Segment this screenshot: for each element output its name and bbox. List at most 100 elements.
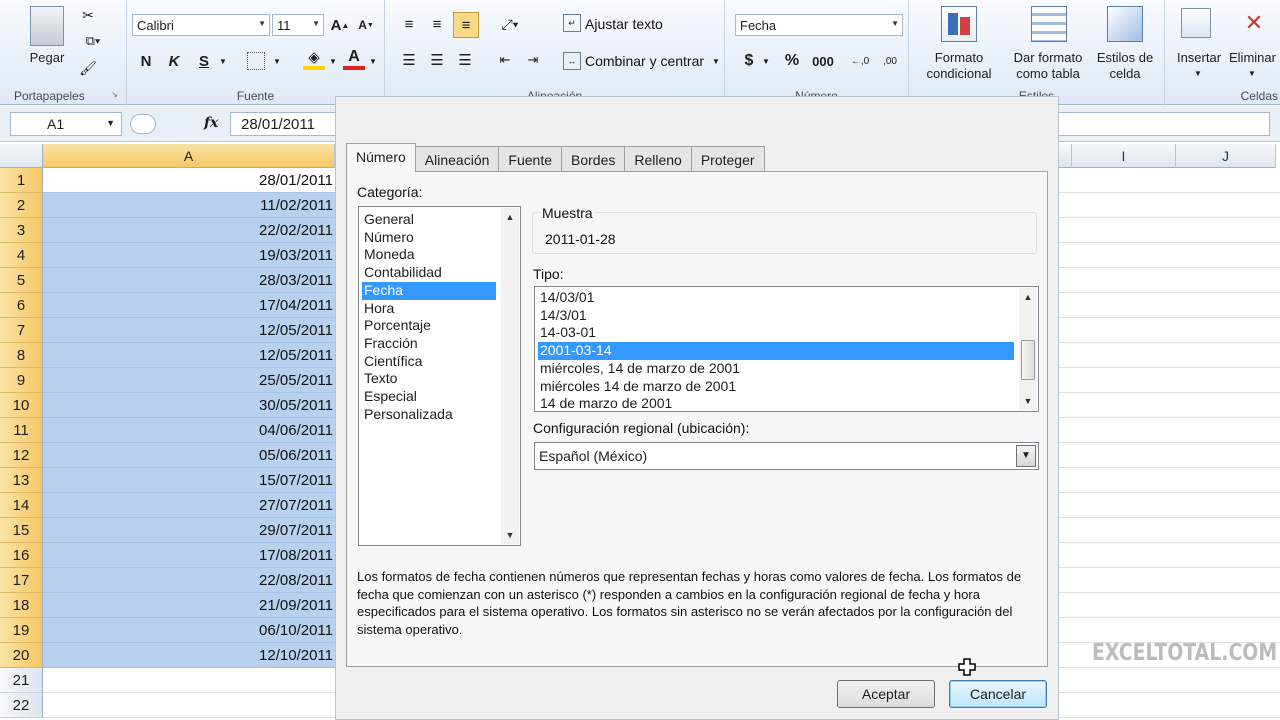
insert-cells-icon[interactable]: [1181, 8, 1211, 38]
underline-button[interactable]: S: [193, 50, 215, 72]
paste-button[interactable]: Pegar: [22, 50, 72, 66]
cell-a[interactable]: 29/07/2011: [43, 518, 335, 543]
type-item[interactable]: miércoles, 14 de marzo de 2001: [538, 360, 1014, 378]
type-item[interactable]: miércoles 14 de marzo de 2001: [538, 378, 1014, 396]
grid-row-right[interactable]: [1046, 693, 1280, 718]
category-item[interactable]: Moneda: [362, 246, 496, 264]
scroll-down-icon[interactable]: ▼: [1019, 392, 1037, 410]
cell-a[interactable]: 28/01/2011: [43, 168, 335, 193]
number-format-combo[interactable]: Fecha ▼: [735, 14, 903, 36]
row-header[interactable]: 1: [0, 168, 43, 193]
cut-icon[interactable]: ✂: [78, 6, 98, 24]
align-bottom-icon[interactable]: ≡: [453, 12, 479, 38]
type-scrollbar[interactable]: ▲ ▼: [1019, 288, 1037, 410]
grid-row-right[interactable]: [1046, 443, 1280, 468]
category-item[interactable]: Hora: [362, 300, 496, 318]
scroll-up-icon[interactable]: ▲: [1019, 288, 1037, 306]
cell-a[interactable]: 15/07/2011: [43, 468, 335, 493]
cell-a[interactable]: 11/02/2011: [43, 193, 335, 218]
grid-row-right[interactable]: [1046, 393, 1280, 418]
row-header[interactable]: 10: [0, 393, 43, 418]
category-item[interactable]: Fracción: [362, 335, 496, 353]
chevron-down-icon[interactable]: ▼: [271, 50, 283, 72]
format-painter-icon[interactable]: 🖌: [78, 58, 98, 78]
cell-a[interactable]: 17/08/2011: [43, 543, 335, 568]
grid-row-right[interactable]: [1046, 343, 1280, 368]
type-item[interactable]: 2001-03-14: [538, 342, 1014, 361]
decrease-decimal-button[interactable]: ,00: [875, 50, 905, 72]
row-header[interactable]: 21: [0, 668, 43, 693]
category-item[interactable]: Fecha: [362, 281, 496, 300]
column-header-i[interactable]: I: [1072, 144, 1176, 168]
italic-button[interactable]: K: [163, 50, 185, 72]
column-header-a[interactable]: A: [43, 144, 335, 168]
increase-indent-icon[interactable]: ⇥: [521, 48, 545, 72]
cell-a[interactable]: 30/05/2011: [43, 393, 335, 418]
grid-row-right[interactable]: [1046, 493, 1280, 518]
row-header[interactable]: 5: [0, 268, 43, 293]
row-header[interactable]: 4: [0, 243, 43, 268]
cell-a[interactable]: [43, 693, 335, 718]
insert-function-button[interactable]: fx: [204, 115, 218, 131]
grid-row-right[interactable]: [1046, 668, 1280, 693]
format-as-table-icon[interactable]: [1031, 6, 1067, 42]
cell-a[interactable]: 17/04/2011: [43, 293, 335, 318]
category-item[interactable]: Especial: [362, 388, 496, 406]
row-header[interactable]: 17: [0, 568, 43, 593]
select-all-corner[interactable]: [0, 144, 43, 168]
cell-a[interactable]: 27/07/2011: [43, 493, 335, 518]
tab-numero[interactable]: Número: [346, 143, 416, 172]
row-header[interactable]: 12: [0, 443, 43, 468]
cell-a[interactable]: 25/05/2011: [43, 368, 335, 393]
row-header[interactable]: 19: [0, 618, 43, 643]
category-item[interactable]: Texto: [362, 370, 496, 388]
type-item[interactable]: 14-03-01: [538, 324, 1014, 342]
category-item[interactable]: Número: [362, 229, 496, 247]
align-left-icon[interactable]: ☰: [397, 48, 421, 72]
grid-row-right[interactable]: [1046, 518, 1280, 543]
font-name-combo[interactable]: Calibri ▼: [132, 14, 270, 36]
align-right-icon[interactable]: ☰: [453, 48, 477, 72]
name-box[interactable]: A1 ▼: [10, 112, 122, 136]
tab-relleno[interactable]: Relleno: [624, 146, 692, 172]
grid-row-right[interactable]: [1046, 193, 1280, 218]
tab-fuente[interactable]: Fuente: [498, 146, 562, 172]
merge-center-icon[interactable]: ↔: [563, 52, 581, 70]
row-header[interactable]: 13: [0, 468, 43, 493]
type-item[interactable]: 14/3/01: [538, 307, 1014, 325]
chevron-down-icon[interactable]: ▼: [106, 118, 115, 128]
cell-a[interactable]: 05/06/2011: [43, 443, 335, 468]
grid-row-right[interactable]: [1046, 243, 1280, 268]
grid-row-right[interactable]: [1046, 293, 1280, 318]
chevron-down-icon[interactable]: ▼: [1016, 445, 1036, 467]
cell-a[interactable]: 22/02/2011: [43, 218, 335, 243]
cell-a[interactable]: 22/08/2011: [43, 568, 335, 593]
chevron-down-icon[interactable]: ▼: [1247, 68, 1257, 78]
grid-row-right[interactable]: [1046, 468, 1280, 493]
conditional-format-button[interactable]: Formato condicional: [911, 50, 1007, 82]
decrease-indent-icon[interactable]: ⇤: [493, 48, 517, 72]
fill-color-icon[interactable]: ◈: [303, 48, 325, 70]
dialog-launcher-icon[interactable]: ↘: [111, 90, 118, 99]
shrink-font-icon[interactable]: A ▼: [355, 14, 377, 36]
conditional-format-icon[interactable]: [941, 6, 977, 42]
category-item[interactable]: Porcentaje: [362, 317, 496, 335]
grid-row-right[interactable]: [1046, 418, 1280, 443]
column-header-j[interactable]: J: [1176, 144, 1276, 168]
grid-row-right[interactable]: [1046, 593, 1280, 618]
cell-a[interactable]: 04/06/2011: [43, 418, 335, 443]
type-list[interactable]: 14/03/01 14/3/01 14-03-01 2001-03-14 miércol…: [534, 286, 1039, 412]
row-header[interactable]: 8: [0, 343, 43, 368]
orientation-icon[interactable]: ⤢▾: [493, 12, 527, 36]
type-item[interactable]: 14 de marzo de 2001: [538, 395, 1014, 413]
type-item[interactable]: 14/03/01: [538, 289, 1014, 307]
row-header[interactable]: 16: [0, 543, 43, 568]
cell-a[interactable]: 19/03/2011: [43, 243, 335, 268]
paste-icon[interactable]: [30, 6, 64, 46]
chevron-down-icon[interactable]: ▼: [327, 50, 339, 72]
row-header[interactable]: 15: [0, 518, 43, 543]
chevron-down-icon[interactable]: ▼: [711, 52, 721, 70]
category-scrollbar[interactable]: ▲ ▼: [501, 208, 519, 544]
cell-styles-button[interactable]: Estilos de celda: [1093, 50, 1157, 82]
cell-a[interactable]: 12/10/2011: [43, 643, 335, 668]
